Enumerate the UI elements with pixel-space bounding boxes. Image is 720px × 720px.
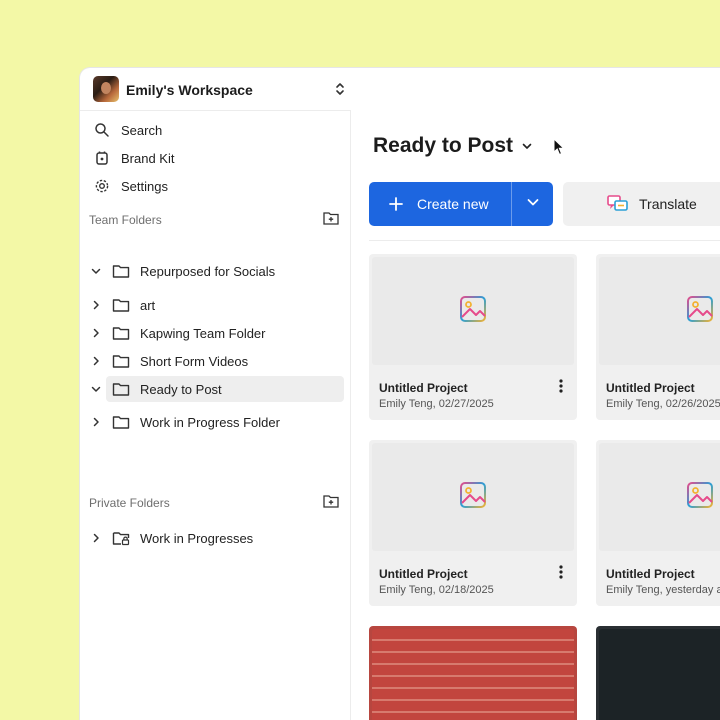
video-project-card[interactable]	[369, 626, 577, 720]
plus-icon	[389, 197, 403, 211]
avatar	[93, 76, 119, 102]
project-meta: Emily Teng, yesterday a	[606, 584, 720, 596]
folder-icon	[112, 414, 130, 430]
more-options-icon[interactable]	[558, 378, 564, 394]
page-title[interactable]: Ready to Post	[373, 134, 533, 158]
chevron-right-icon[interactable]	[90, 416, 102, 428]
workspace-switcher[interactable]: Emily's Workspace	[80, 68, 350, 111]
translate-icon	[607, 194, 629, 214]
chevron-down-icon[interactable]	[90, 265, 102, 277]
brand-kit-icon	[94, 150, 110, 166]
image-placeholder-icon	[459, 295, 487, 328]
image-placeholder-icon	[686, 295, 714, 328]
project-card[interactable]: Untitled Project Emily Teng, 02/26/2025	[596, 254, 720, 420]
folder-label: Work in Progresses	[140, 530, 254, 546]
divider	[369, 240, 720, 241]
project-title: Untitled Project	[606, 381, 695, 395]
project-title: Untitled Project	[379, 567, 468, 581]
folder-icon	[112, 353, 130, 369]
folder-label: Work in Progress Folder	[140, 414, 280, 430]
sidebar-folder-art[interactable]: art	[90, 292, 344, 318]
sidebar-item-brand-kit[interactable]: Brand Kit	[94, 145, 334, 171]
project-thumbnail[interactable]	[372, 257, 574, 365]
chevron-down-icon[interactable]	[90, 383, 102, 395]
page-title-text: Ready to Post	[373, 134, 514, 157]
chevron-right-icon[interactable]	[90, 532, 102, 544]
sidebar-folder-short-form-videos[interactable]: Short Form Videos	[90, 348, 344, 374]
sidebar-item-label: Brand Kit	[121, 150, 175, 166]
private-folders-heading: Private Folders	[89, 496, 170, 510]
project-thumbnail[interactable]	[599, 257, 720, 365]
translate-button[interactable]: Translate	[563, 182, 720, 226]
sidebar-item-settings[interactable]: Settings	[94, 173, 334, 199]
folder-label: Ready to Post	[140, 381, 222, 397]
app-window: Emily's Workspace Search Brand Kit Setti…	[80, 68, 720, 720]
sidebar-item-label: Search	[121, 122, 163, 138]
chevron-up-down-icon[interactable]	[334, 81, 346, 97]
create-options-dropdown[interactable]	[512, 182, 553, 226]
project-meta: Emily Teng, 02/18/2025	[379, 584, 494, 596]
more-options-icon[interactable]	[558, 564, 564, 580]
create-new-label: Create new	[417, 196, 489, 212]
project-meta: Emily Teng, 02/26/2025	[606, 398, 720, 410]
project-card[interactable]: Untitled Project Emily Teng, 02/18/2025	[369, 440, 577, 606]
folder-label: Repurposed for Socials	[140, 263, 276, 279]
mouse-cursor-icon	[553, 137, 565, 156]
folder-icon	[112, 263, 130, 279]
add-private-folder-icon[interactable]	[323, 494, 339, 508]
video-thumbnail	[599, 629, 720, 720]
project-title: Untitled Project	[379, 381, 468, 395]
folder-label: Short Form Videos	[140, 353, 249, 369]
sidebar-folder-work-in-progress-folder[interactable]: Work in Progress Folder	[90, 409, 344, 435]
sidebar: Search Brand Kit Settings Team Folders R…	[80, 110, 351, 720]
gear-icon	[94, 178, 110, 194]
sidebar-item-search[interactable]: Search	[94, 117, 334, 143]
chevron-right-icon[interactable]	[90, 299, 102, 311]
project-thumbnail[interactable]	[372, 443, 574, 551]
image-placeholder-icon	[686, 481, 714, 514]
search-icon	[94, 122, 110, 138]
folder-icon	[112, 297, 130, 313]
video-thumbnail	[372, 629, 574, 720]
image-placeholder-icon	[459, 481, 487, 514]
folder-label: Kapwing Team Folder	[140, 325, 266, 341]
folder-icon	[112, 381, 130, 397]
folder-icon	[112, 325, 130, 341]
team-folders-heading: Team Folders	[89, 213, 162, 227]
project-meta: Emily Teng, 02/27/2025	[379, 398, 494, 410]
project-thumbnail[interactable]	[599, 443, 720, 551]
project-card[interactable]: Untitled Project Emily Teng, yesterday a	[596, 440, 720, 606]
sidebar-folder-ready-to-post[interactable]: Ready to Post	[91, 376, 344, 402]
chevron-right-icon[interactable]	[90, 327, 102, 339]
sidebar-folder-work-in-progresses[interactable]: Work in Progresses	[90, 525, 344, 551]
project-title: Untitled Project	[606, 567, 695, 581]
add-folder-icon[interactable]	[323, 211, 339, 225]
video-project-card[interactable]	[596, 626, 720, 720]
create-new-button[interactable]: Create new	[369, 182, 553, 226]
locked-folder-icon	[112, 530, 130, 546]
chevron-down-icon	[526, 195, 540, 214]
create-new-main[interactable]: Create new	[369, 182, 511, 226]
sidebar-folder-kapwing-team-folder[interactable]: Kapwing Team Folder	[90, 320, 344, 346]
main-content: Ready to Post Create new Translate Untit…	[351, 68, 720, 720]
chevron-right-icon[interactable]	[90, 355, 102, 367]
project-card[interactable]: Untitled Project Emily Teng, 02/27/2025	[369, 254, 577, 420]
sidebar-item-label: Settings	[121, 178, 168, 194]
chevron-down-icon[interactable]	[521, 140, 533, 152]
sidebar-folder-repurposed-for-socials[interactable]: Repurposed for Socials	[90, 258, 344, 284]
translate-label: Translate	[639, 196, 697, 212]
folder-label: art	[140, 297, 156, 313]
workspace-name: Emily's Workspace	[126, 82, 253, 98]
